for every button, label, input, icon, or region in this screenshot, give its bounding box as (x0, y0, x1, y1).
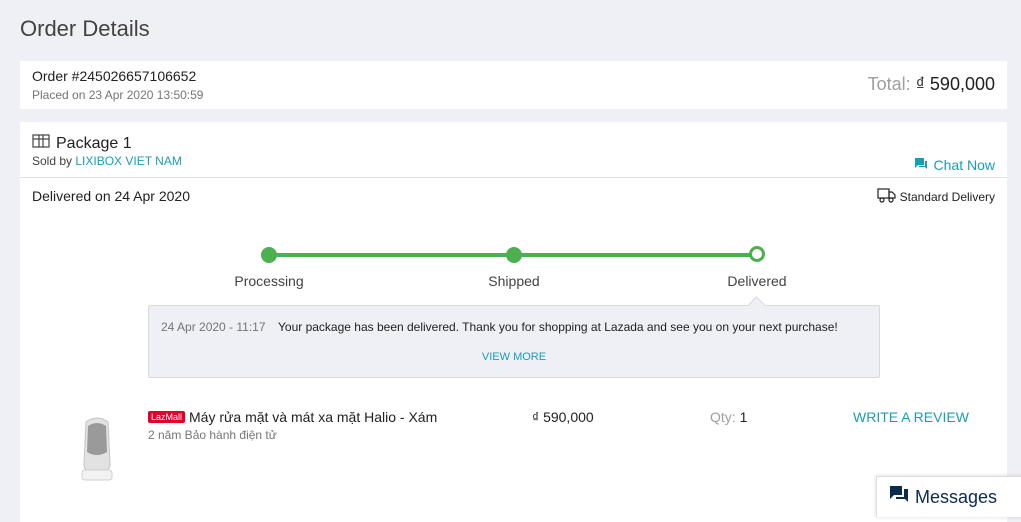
status-message: Your package has been delivered. Thank y… (278, 320, 838, 334)
delivered-on: Delivered on 24 Apr 2020 (32, 188, 190, 204)
view-more-link[interactable]: VIEW MORE (149, 351, 879, 363)
seller-link[interactable]: LIXIBOX VIET NAM (75, 154, 181, 168)
messages-label: Messages (915, 486, 998, 507)
step-dot-delivered (749, 246, 765, 262)
delivery-truck-icon (876, 186, 896, 207)
page-title: Order Details (20, 16, 150, 41)
product-warranty: 2 năm Bảo hành điện tử (148, 428, 277, 442)
messages-button[interactable]: Messages (876, 476, 1021, 517)
order-number: Order #245026657106652 (32, 68, 197, 84)
step-label-delivered: Delivered (727, 273, 787, 289)
progress-line-2 (514, 253, 757, 257)
status-box: 24 Apr 2020 - 11:17 Your package has bee… (148, 305, 880, 378)
product-quantity: Qty: 1 (710, 409, 747, 425)
total-value: ₫ 590,000 (915, 74, 995, 94)
step-dot-processing (261, 247, 277, 263)
step-label-shipped: Shipped (488, 273, 540, 289)
step-label-processing: Processing (234, 273, 304, 289)
product-image[interactable] (72, 414, 122, 486)
chat-icon (914, 157, 928, 173)
write-review-button[interactable]: WRITE A REVIEW (853, 409, 969, 425)
total-label: Total: (867, 74, 911, 94)
order-placed-date: Placed on 23 Apr 2020 13:50:59 (32, 88, 204, 102)
progress-line-1 (269, 253, 514, 257)
package-title-text: Package 1 (56, 134, 132, 152)
messages-icon (889, 485, 909, 509)
product-title[interactable]: LazMall Máy rửa mặt và mát xa mặt Halio -… (148, 409, 437, 425)
chat-now-button[interactable]: Chat Now (914, 157, 995, 173)
divider (20, 177, 1007, 178)
qty-value: 1 (739, 409, 748, 425)
package-icon (32, 134, 50, 153)
delivery-type: Standard Delivery (876, 186, 995, 207)
sold-by: Sold by LIXIBOX VIET NAM (32, 154, 182, 168)
product-name: Máy rửa mặt và mát xa mặt Halio - Xám (189, 409, 438, 425)
package-card: Package 1 Sold by LIXIBOX VIET NAM Chat … (20, 122, 1007, 522)
order-total: Total: ₫ 590,000 (868, 74, 995, 95)
lazmall-badge: LazMall (148, 411, 186, 423)
step-dot-shipped (506, 247, 522, 263)
chat-now-label: Chat Now (933, 157, 995, 173)
sold-by-label: Sold by (32, 154, 73, 168)
status-time: 24 Apr 2020 - 11:17 (161, 320, 266, 334)
package-title: Package 1 (32, 134, 132, 153)
delivery-type-label: Standard Delivery (899, 189, 995, 204)
order-summary-card: Order #245026657106652 Placed on 23 Apr … (20, 61, 1007, 109)
product-price: ₫ 590,000 (532, 409, 594, 425)
qty-label: Qty: (710, 409, 736, 425)
